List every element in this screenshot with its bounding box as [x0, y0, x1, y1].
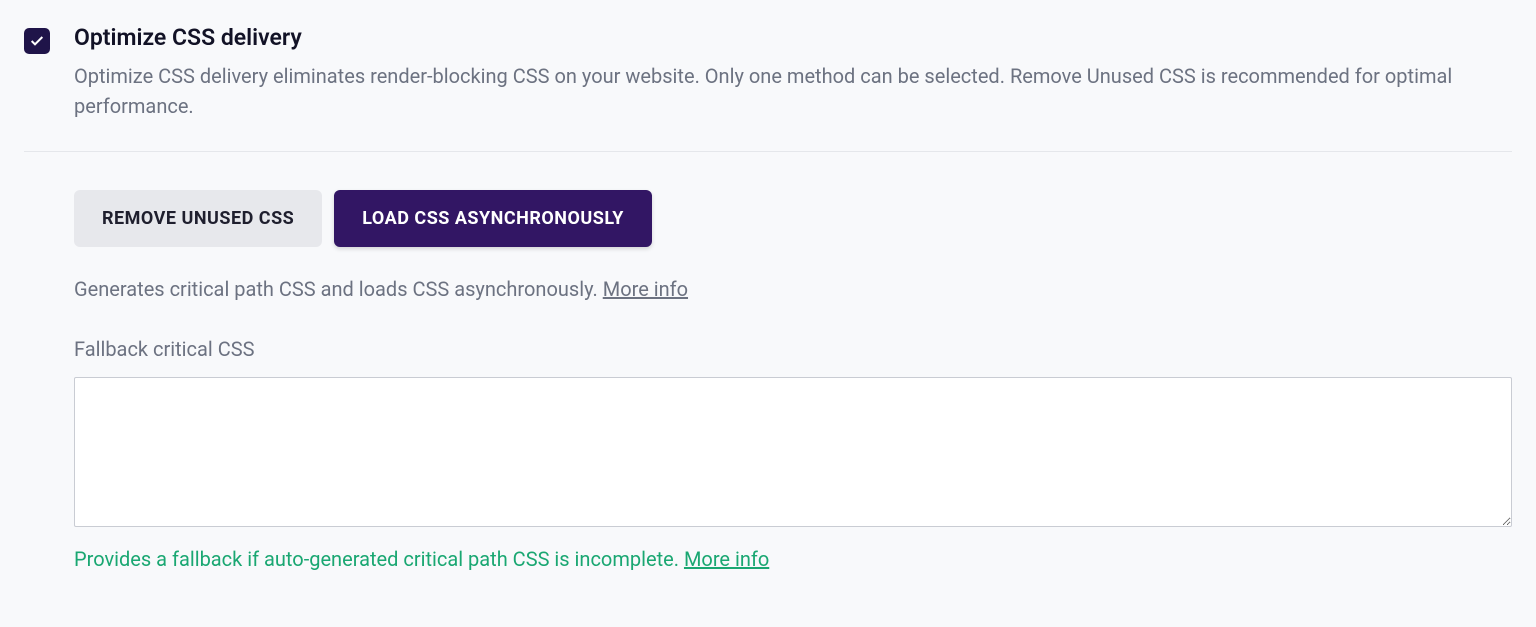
- optimize-css-setting: Optimize CSS delivery Optimize CSS deliv…: [24, 24, 1512, 571]
- tab-load-css-async[interactable]: Load CSS Asynchronously: [334, 190, 652, 247]
- setting-title: Optimize CSS delivery: [74, 24, 1512, 51]
- tab-description: Generates critical path CSS and loads CS…: [74, 277, 1512, 301]
- fallback-critical-css-textarea[interactable]: [74, 377, 1512, 527]
- fallback-help-text-content: Provides a fallback if auto-generated cr…: [74, 547, 684, 571]
- tab-remove-unused-css[interactable]: Remove Unused CSS: [74, 190, 322, 247]
- fallback-more-info-link[interactable]: More info: [684, 547, 769, 571]
- checkbox-wrapper: [24, 24, 50, 54]
- setting-content: Optimize CSS delivery Optimize CSS deliv…: [74, 24, 1512, 571]
- tab-more-info-link[interactable]: More info: [603, 277, 688, 301]
- tab-description-text: Generates critical path CSS and loads CS…: [74, 277, 603, 301]
- divider: [24, 151, 1512, 152]
- setting-description: Optimize CSS delivery eliminates render-…: [74, 61, 1512, 121]
- checkmark-icon: [29, 33, 45, 49]
- fallback-label: Fallback critical CSS: [74, 337, 1512, 361]
- tab-buttons: Remove Unused CSS Load CSS Asynchronousl…: [74, 190, 1512, 247]
- optimize-css-checkbox[interactable]: [24, 28, 50, 54]
- fallback-help-text: Provides a fallback if auto-generated cr…: [74, 547, 1512, 571]
